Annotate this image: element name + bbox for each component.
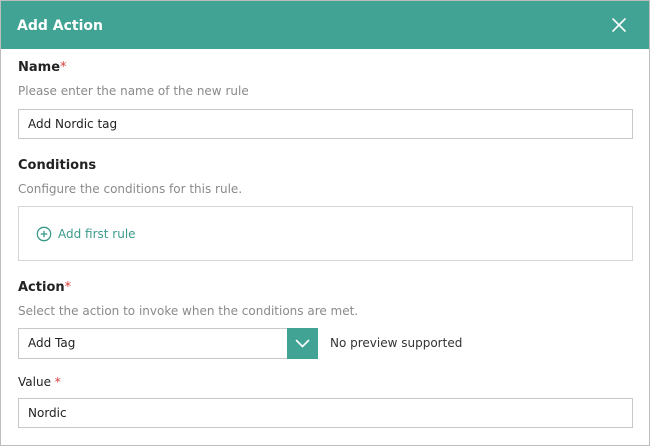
name-required-mark: *: [60, 60, 67, 75]
action-select[interactable]: Add Tag: [18, 328, 318, 359]
plus-circle-icon: [36, 226, 52, 242]
action-required-mark: *: [64, 280, 72, 295]
conditions-label: Conditions: [18, 158, 97, 173]
action-select-value: Add Tag: [28, 336, 76, 350]
conditions-box: Add first rule: [18, 206, 633, 261]
close-icon: [612, 18, 626, 32]
dialog-title: Add Action: [17, 18, 103, 34]
add-first-rule-button[interactable]: Add first rule: [36, 225, 136, 243]
name-input[interactable]: [18, 109, 633, 139]
action-label: Action*: [18, 280, 72, 295]
value-label: Value *: [18, 375, 61, 389]
name-label: Name*: [18, 60, 67, 75]
chevron-down-icon: [295, 339, 310, 348]
add-action-dialog: Add Action Name* Please enter the name o…: [0, 0, 650, 446]
action-hint: Select the action to invoke when the con…: [18, 304, 359, 318]
value-input[interactable]: [18, 398, 633, 428]
name-hint: Please enter the name of the new rule: [18, 84, 249, 98]
action-dropdown-button[interactable]: [287, 328, 318, 359]
dialog-header: Add Action: [1, 1, 649, 49]
value-required-mark: *: [54, 375, 61, 389]
preview-status-text: No preview supported: [330, 336, 463, 350]
add-first-rule-label: Add first rule: [58, 227, 136, 241]
conditions-hint: Configure the conditions for this rule.: [18, 182, 243, 196]
close-button[interactable]: [605, 11, 633, 39]
